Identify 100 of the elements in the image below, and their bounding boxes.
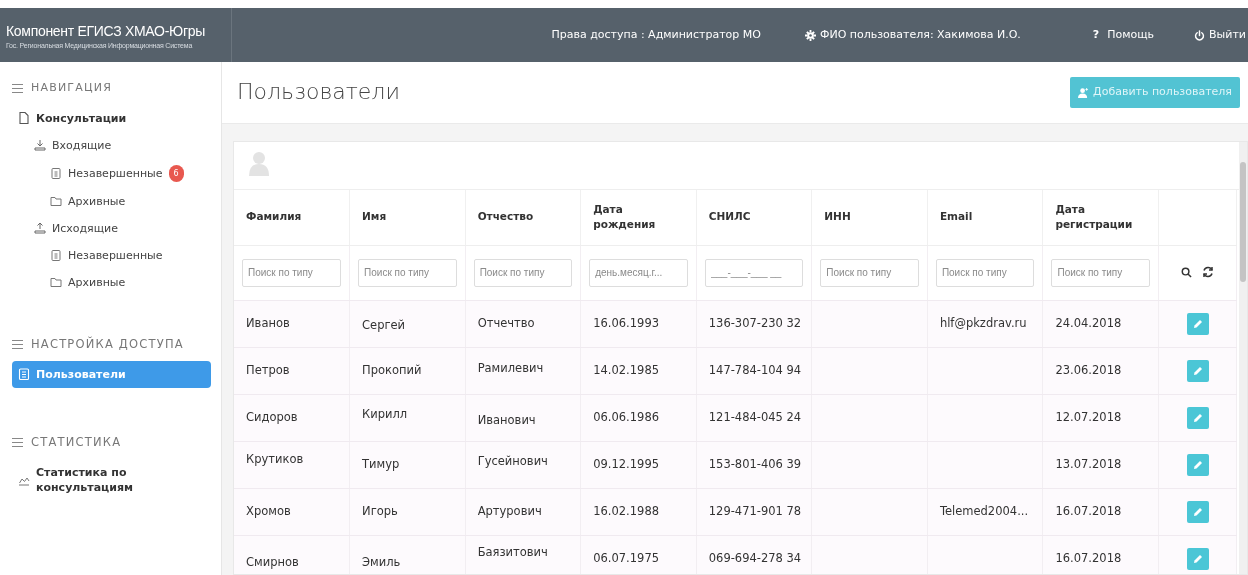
table-cell: Петров [246,362,290,377]
table-cell: 069-694-278 34 [708,550,802,565]
count-badge: 6 [168,164,184,182]
section-title: НАВИГАЦИЯ [31,80,113,96]
power-icon [1194,29,1206,41]
sidebar-item[interactable]: Архивные [44,268,211,296]
tray-up-icon [34,222,46,234]
table-cell: 129-471-901 78 [708,503,802,518]
table-cell: Крутиков [246,451,304,466]
table-cell: 14.02.1985 [593,362,660,377]
column-header: СНИЛС [696,190,812,245]
edit-button[interactable] [1186,406,1209,429]
table-cell: 12.07.2018 [1055,409,1122,424]
filter-field[interactable]: Поиск по типу [1051,258,1150,287]
sidebar-item[interactable]: Входящие [28,131,211,159]
table-cell: 16.07.2018 [1055,550,1122,565]
table-cell: hlf@pkzdrav.ru [939,315,1027,330]
filter-field[interactable]: Поиск по типу [242,258,342,287]
column-header: Отчество [465,190,581,245]
menu-icon [12,339,23,349]
edit-button[interactable] [1186,500,1209,523]
section-title: НАСТРОЙКА ДОСТУПА [31,335,184,353]
edit-button[interactable] [1186,359,1209,382]
table-cell: Хромов [246,503,291,518]
table-cell: Игорь [362,503,398,518]
edit-button[interactable] [1186,547,1209,570]
table-cell: 24.04.2018 [1055,315,1122,330]
user-avatar-icon [248,150,270,176]
app-title: Компонент ЕГИСЗ ХМАО-Югры [6,21,206,41]
help-icon: ? [1092,26,1100,44]
sidebar-item[interactable]: Исходящие [28,214,211,242]
table-cell: Баязитович [477,544,548,559]
table-cell: 09.12.1995 [593,456,660,471]
table-cell: Сергей [362,317,406,332]
refresh-icon [1202,266,1214,279]
table-cell: 06.07.1975 [593,550,660,565]
section-title: СТАТИСТИКА [31,433,122,451]
filter-field[interactable]: ___-___-___ __ [704,258,804,287]
add-user-icon [1078,87,1090,98]
table-cell: 16.02.1988 [593,503,660,518]
filter-field[interactable]: Поиск по типу [935,258,1035,287]
table-cell: Рамилевич [477,360,544,375]
pencil-icon [1192,412,1203,423]
edit-button[interactable] [1186,312,1209,335]
pencil-icon [1192,318,1203,329]
filter-field[interactable]: день.месяц.г... [589,258,688,287]
scrollbar[interactable] [1239,142,1247,574]
table-cell: Эмиль [362,554,401,569]
clipboard-icon [50,249,62,261]
table-cell: 136-307-230 32 [708,315,802,330]
table-cell: Смирнов [246,554,299,569]
filter-field[interactable]: Поиск по типу [820,258,919,287]
sidebar-item[interactable]: Консультации [12,104,211,132]
column-header: Дата регистрации [1042,190,1159,245]
page-title: Пользователи [237,79,400,106]
topbar-link[interactable]: ? Помощь [1092,26,1155,44]
table-cell: 13.07.2018 [1055,456,1122,471]
folder-icon [50,195,62,207]
table-cell: 16.07.2018 [1055,503,1122,518]
pencil-icon [1192,506,1203,517]
menu-icon [12,83,23,93]
gear-icon [804,29,816,41]
column-header: Email [927,190,1043,245]
filter-field[interactable]: Поиск по типу [358,258,457,287]
tray-down-icon [34,139,46,151]
table-cell: 121-484-045 24 [708,409,802,424]
topbar-link[interactable]: ФИО пользователя: Хакимова И.О. [804,26,1021,44]
table-cell: Сидоров [246,409,298,424]
edit-button[interactable] [1186,453,1209,476]
table-cell: Артурович [477,503,542,518]
column-header: Дата рождения [580,190,697,245]
sidebar-item[interactable]: Незавершенные [44,241,211,269]
column-header: Имя [349,190,466,245]
table-cell: Иванов [246,315,290,330]
table-cell: 23.06.2018 [1055,362,1122,377]
sidebar-item[interactable]: Архивные [44,187,211,215]
sidebar-item[interactable]: Статистика по консультациям [12,459,211,501]
sidebar-item[interactable]: Незавершенные 6 [44,158,211,188]
filter-field[interactable]: Поиск по типу [473,258,573,287]
list-icon [18,368,30,381]
table-cell: Иванович [477,412,536,427]
column-header: ИНН [811,190,928,245]
topbar-link[interactable]: Права доступа : Администратор МО [551,26,761,44]
pencil-icon [1192,553,1203,564]
table-cell: 153-801-406 39 [708,456,802,471]
table-cell: Telemed2004... [939,503,1029,518]
pencil-icon [1192,365,1203,376]
table-cell: Тимур [362,456,400,471]
table-cell: 147-784-104 94 [708,362,802,377]
pencil-icon [1192,459,1203,470]
menu-icon [12,437,23,447]
table-cell: Прокопий [362,362,422,377]
topbar-link[interactable]: Выйти [1194,26,1246,44]
folder-icon [50,276,62,288]
clipboard-icon [50,167,62,179]
table-cell: Гусейнович [477,453,548,468]
table-cell: 16.06.1993 [593,315,660,330]
search-icon [1181,266,1192,278]
table-cell: 06.06.1986 [593,409,660,424]
column-header: Фамилия [234,190,350,245]
